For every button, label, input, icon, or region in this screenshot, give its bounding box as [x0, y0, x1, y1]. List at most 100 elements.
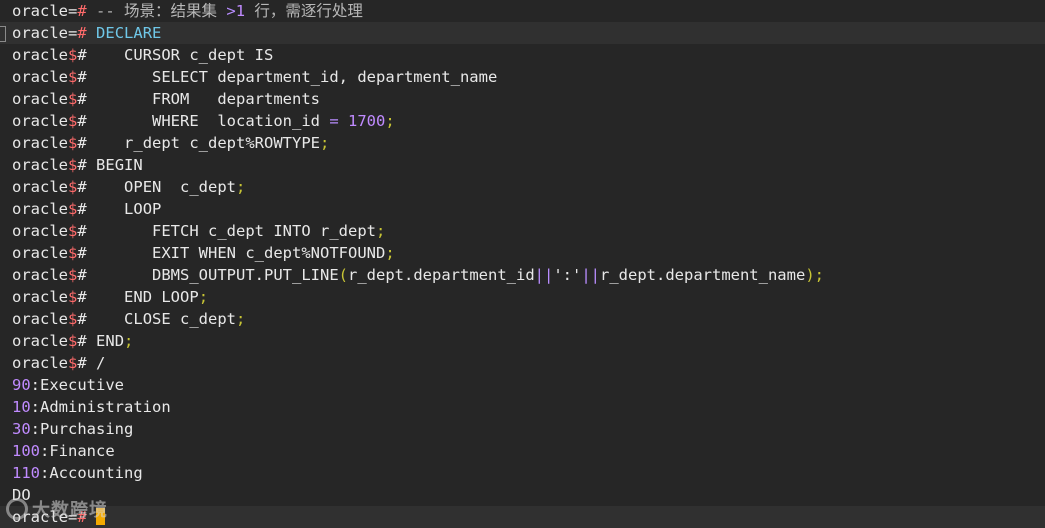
sql-operator: = — [329, 112, 339, 130]
sql-semicolon: ; — [385, 244, 395, 262]
prompt-name: oracle — [12, 266, 68, 284]
terminal-line: oracle$# FETCH c_dept INTO r_dept; — [0, 220, 1045, 242]
prompt-dollar: $ — [68, 112, 78, 130]
sql-semicolon: ; — [124, 332, 134, 350]
sql-code: OPEN c_dept — [96, 178, 237, 196]
sql-code: FROM departments — [96, 90, 320, 108]
prompt-dollar: $ — [68, 178, 78, 196]
terminal-line: oracle$# LOOP — [0, 198, 1045, 220]
terminal-line: oracle$# BEGIN — [0, 154, 1045, 176]
terminal-line: oracle$# / — [0, 352, 1045, 374]
sql-concat-operator: || — [534, 266, 554, 284]
prompt-dollar: $ — [68, 134, 78, 152]
sql-semicolon: ; — [198, 288, 209, 306]
sql-code: DBMS_OUTPUT.PUT_LINE — [96, 266, 339, 284]
prompt-name: oracle — [12, 178, 68, 196]
prompt-hash: # — [77, 354, 87, 372]
prompt-name: oracle — [12, 68, 68, 86]
output-colon: : — [40, 464, 50, 482]
sql-code: EXIT WHEN c_dept%NOTFOUND — [96, 244, 386, 262]
terminal-line: oracle$# FROM departments — [0, 88, 1045, 110]
sql-code: CLOSE c_dept — [96, 310, 237, 328]
sql-operator: > — [226, 2, 236, 20]
prompt-hash: # — [77, 90, 87, 108]
fold-marker — [0, 26, 6, 42]
prompt-hash: # — [77, 288, 87, 306]
prompt-name: oracle — [12, 310, 68, 328]
sql-paren-close: ) — [805, 266, 815, 284]
output-row: 110:Accounting — [0, 462, 1045, 484]
sql-code: END — [96, 332, 125, 350]
prompt-name: oracle — [12, 2, 68, 20]
sql-code: FETCH c_dept INTO r_dept — [96, 222, 376, 240]
output-name: Accounting — [49, 464, 143, 482]
output-colon: : — [30, 376, 41, 394]
terminal-line: oracle$# WHERE location_id = 1700; — [0, 110, 1045, 132]
prompt-dollar: $ — [68, 156, 78, 174]
output-row: 90:Executive — [0, 374, 1045, 396]
prompt-name: oracle — [12, 200, 68, 218]
sql-number: 1 — [235, 2, 246, 20]
output-id: 90 — [12, 376, 31, 394]
prompt-dollar: $ — [68, 200, 78, 218]
terminal-line: oracle$# DBMS_OUTPUT.PUT_LINE( r_dept.dep… — [0, 264, 1045, 286]
sql-code: END LOOP — [96, 288, 199, 306]
sql-comment-tail: 行，需逐行处理 — [245, 2, 363, 20]
prompt-dollar: $ — [68, 222, 78, 240]
prompt-name: oracle — [12, 354, 68, 372]
sql-semicolon: ; — [236, 178, 246, 196]
prompt-name: oracle — [12, 244, 68, 262]
watermark-brand: 大数跨境 — [32, 500, 108, 521]
output-name: Administration — [40, 398, 171, 416]
prompt-hash: # — [77, 24, 87, 42]
prompt-dollar: $ — [68, 90, 78, 108]
prompt-name: oracle — [12, 332, 68, 350]
prompt-name: oracle — [12, 24, 68, 42]
prompt-name: oracle — [12, 112, 68, 130]
terminal-line: oracle$# SELECT department_id, departmen… — [0, 66, 1045, 88]
sql-paren-open: ( — [338, 266, 349, 284]
prompt-hash: # — [77, 266, 87, 284]
circle-logo-icon — [6, 498, 28, 520]
sql-code: WHERE location_id — [96, 112, 330, 130]
output-colon: : — [30, 398, 41, 416]
terminal-line: oracle=# -- 场景：结果集 >1 行，需逐行处理 — [0, 0, 1045, 22]
sql-concat-operator: || — [581, 266, 600, 284]
sql-comment: -- 场景：结果集 — [96, 2, 227, 20]
prompt-name: oracle — [12, 222, 68, 240]
sql-code: r_dept c_dept%ROWTYPE — [96, 134, 320, 152]
sql-semicolon: ; — [236, 310, 246, 328]
sql-semicolon: ; — [376, 222, 386, 240]
terminal-line: oracle$# END; — [0, 330, 1045, 352]
prompt-hash: # — [77, 310, 87, 328]
terminal-line: oracle$# r_dept c_dept%ROWTYPE; — [0, 132, 1045, 154]
terminal-window[interactable]: oracle=# -- 场景：结果集 >1 行，需逐行处理 oracle=# D… — [0, 0, 1045, 528]
prompt-dollar: $ — [68, 310, 78, 328]
prompt-hash: # — [77, 134, 87, 152]
prompt-name: oracle — [12, 156, 68, 174]
output-row: 30:Purchasing — [0, 418, 1045, 440]
output-id: 10 — [12, 398, 31, 416]
sql-number: 1700 — [348, 112, 386, 130]
sql-space — [339, 112, 348, 130]
output-colon: : — [30, 420, 41, 438]
output-id: 100 — [12, 442, 40, 460]
sql-semicolon: ; — [385, 112, 395, 130]
prompt-eq: = — [68, 24, 78, 42]
sql-string-literal: ':' — [553, 266, 582, 284]
sql-code: SELECT department_id, department_name — [96, 68, 498, 86]
sql-arg: r_dept.department_name — [600, 266, 806, 284]
prompt-name: oracle — [12, 134, 68, 152]
prompt-hash: # — [77, 112, 87, 130]
output-row: 10:Administration — [0, 396, 1045, 418]
prompt-hash: # — [77, 244, 87, 262]
sql-code: LOOP — [96, 200, 162, 218]
prompt-name: oracle — [12, 90, 68, 108]
prompt-dollar: $ — [68, 266, 78, 284]
do-status-line: DO — [0, 484, 1045, 506]
sql-code: BEGIN — [96, 156, 143, 174]
terminal-line: oracle$# END LOOP; — [0, 286, 1045, 308]
active-prompt-line[interactable]: oracle=# — [0, 506, 1045, 528]
prompt-name: oracle — [12, 288, 68, 306]
sql-keyword: DECLARE — [96, 24, 162, 42]
